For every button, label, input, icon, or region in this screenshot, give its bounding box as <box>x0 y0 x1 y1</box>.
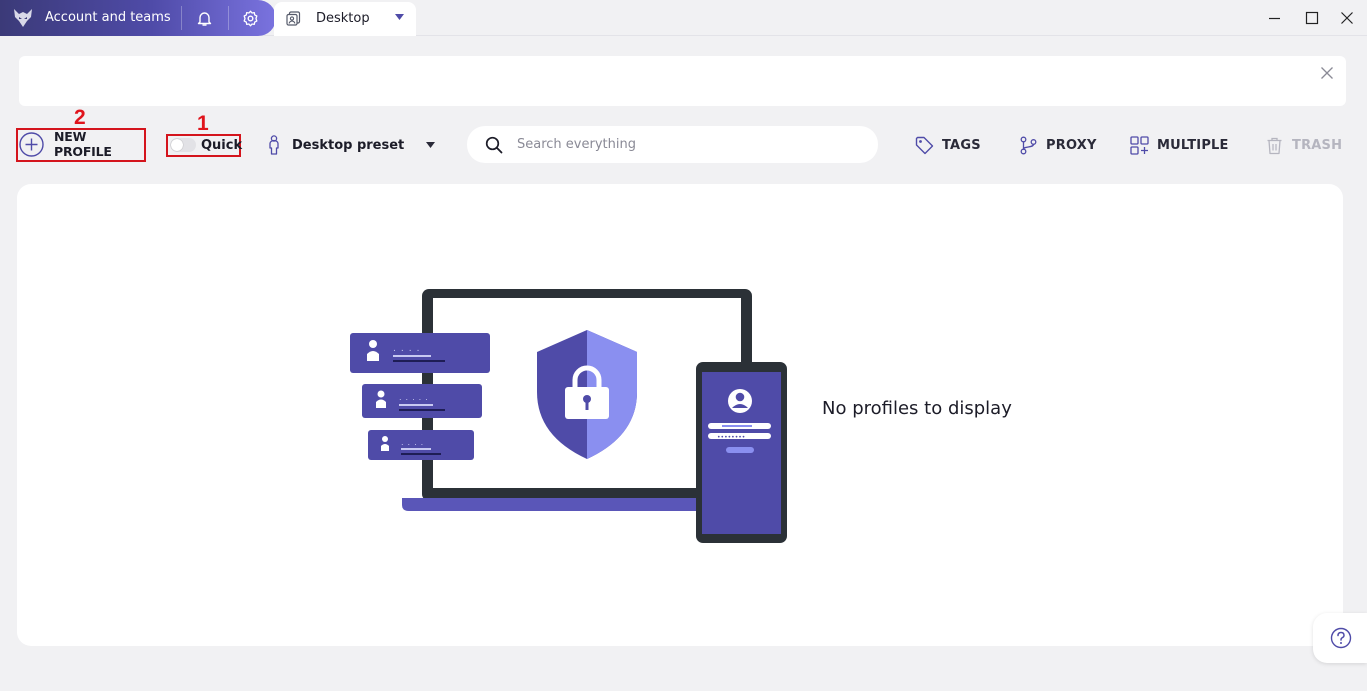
tab-desktop[interactable]: Desktop <box>274 2 416 36</box>
chevron-down-icon[interactable] <box>395 14 404 21</box>
search-box <box>467 126 878 163</box>
question-circle-icon <box>1330 627 1352 649</box>
multiple-grid-icon <box>1130 135 1149 155</box>
multiple-label: MULTIPLE <box>1157 137 1229 153</box>
plus-circle-icon <box>19 131 44 157</box>
bell-icon[interactable] <box>196 10 213 27</box>
help-button[interactable] <box>1313 613 1367 663</box>
step-number-1: 1 <box>197 112 209 135</box>
proxy-button[interactable]: PROXY <box>1019 134 1097 156</box>
close-icon[interactable] <box>1340 11 1354 25</box>
gear-icon[interactable] <box>242 10 259 27</box>
svg-text:••••••••: •••••••• <box>717 434 745 441</box>
multiple-button[interactable]: MULTIPLE <box>1130 134 1229 156</box>
notification-bar <box>19 56 1346 106</box>
tag-icon <box>915 136 934 154</box>
account-teams-pill[interactable]: Account and teams <box>0 0 276 36</box>
svg-text:.....: ..... <box>399 393 432 402</box>
trash-label: TRASH <box>1292 137 1343 153</box>
trash-icon <box>1267 137 1282 154</box>
profile-tab-icon <box>286 11 301 26</box>
desktop-preset-dropdown[interactable]: Desktop preset <box>266 134 436 156</box>
search-icon <box>485 136 503 154</box>
empty-state-illustration: .... ..... .... •••••••• <box>350 289 787 543</box>
separator <box>228 6 229 30</box>
desktop-preset-label: Desktop preset <box>292 137 405 153</box>
new-profile-label: NEW PROFILE <box>54 129 112 159</box>
tags-label: TAGS <box>942 137 981 153</box>
svg-text:....: .... <box>393 344 424 354</box>
empty-state-message: No profiles to display <box>822 398 1012 419</box>
switch-knob <box>171 139 183 151</box>
quick-switch[interactable] <box>170 138 196 152</box>
maximize-icon[interactable] <box>1305 11 1319 25</box>
person-icon <box>269 135 279 155</box>
proxy-branch-icon <box>1020 136 1037 154</box>
tab-desktop-label: Desktop <box>316 11 370 26</box>
profiles-panel: .... ..... .... •••••••• No profiles to … <box>17 184 1343 646</box>
wolf-logo-icon <box>14 9 32 27</box>
new-profile-button[interactable]: NEW PROFILE <box>19 129 143 159</box>
proxy-label: PROXY <box>1046 137 1097 153</box>
chevron-down-icon <box>426 141 436 148</box>
close-icon[interactable] <box>1320 66 1334 80</box>
title-bar: Account and teams Desktop <box>0 0 1367 36</box>
quick-label: Quick <box>201 137 243 153</box>
account-teams-title[interactable]: Account and teams <box>45 10 171 25</box>
tags-button[interactable]: TAGS <box>915 134 981 156</box>
search-input[interactable] <box>517 134 857 155</box>
minimize-icon[interactable] <box>1268 12 1281 25</box>
svg-text:....: .... <box>401 438 427 447</box>
trash-button[interactable]: TRASH <box>1265 134 1342 156</box>
separator <box>181 6 182 30</box>
quick-toggle[interactable]: Quick <box>168 134 243 156</box>
step-number-2: 2 <box>74 106 86 129</box>
